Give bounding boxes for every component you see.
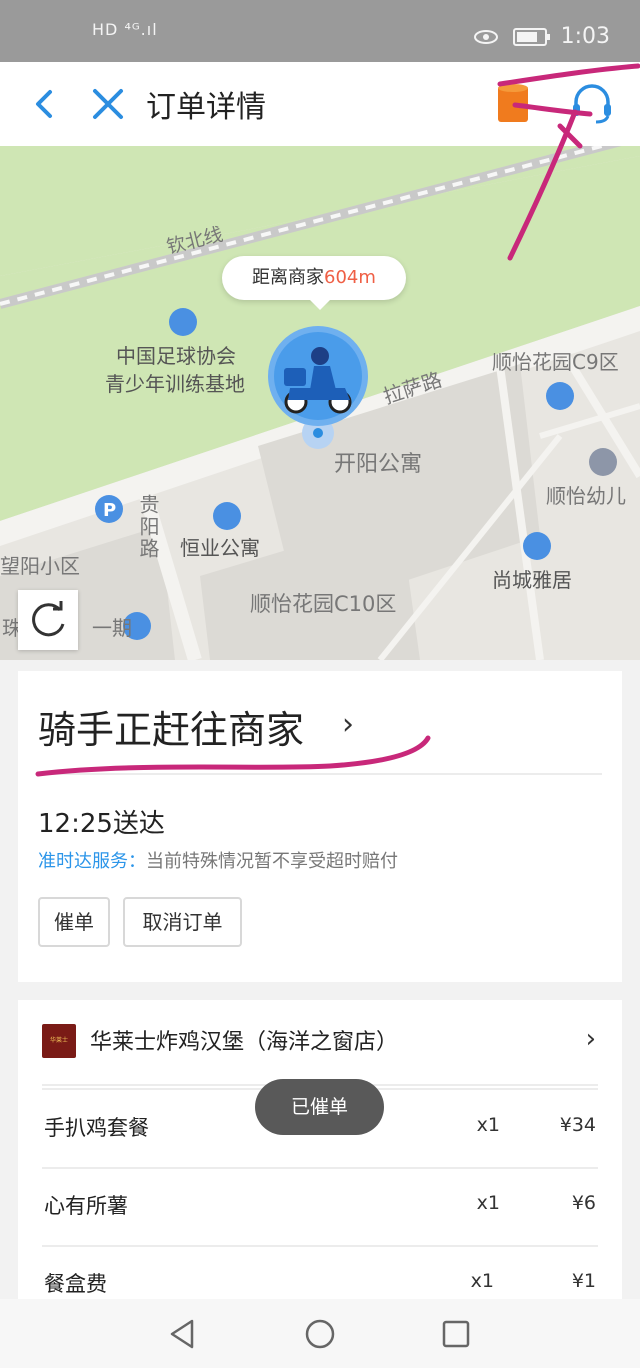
distance-value: 604m xyxy=(324,267,376,288)
chevron-right-icon[interactable]: › xyxy=(586,1024,596,1054)
back-arrow-icon[interactable] xyxy=(26,80,66,128)
order-box-icon[interactable] xyxy=(496,82,530,124)
ontime-text: 当前特殊情况暂不享受超时赔付 xyxy=(146,851,398,872)
nav-recents-icon[interactable] xyxy=(439,1317,473,1351)
eye-icon xyxy=(473,29,498,44)
item-price: ¥34 xyxy=(559,1114,596,1136)
item-name: 手扒鸡套餐 xyxy=(44,1116,149,1140)
shop-logo: 华莱士 WALLACE xyxy=(42,1024,76,1058)
order-status-card: 骑手正赶往商家 › 12:25送达 准时达服务：当前特殊情况暂不享受超时赔付 催… xyxy=(18,671,622,982)
item-qty: x1 xyxy=(470,1270,494,1292)
customer-service-icon[interactable] xyxy=(570,82,614,126)
system-nav-bar xyxy=(0,1299,640,1368)
close-icon[interactable] xyxy=(88,82,128,126)
map-label-c9: 顺怡花园C9区 xyxy=(492,350,619,374)
divider xyxy=(42,773,602,775)
map-label-shangcheng: 尚城雅居 xyxy=(492,568,572,592)
item-price: ¥1 xyxy=(571,1270,596,1292)
map-label-c10: 顺怡花园C10区 xyxy=(250,592,397,616)
map-label-football-2: 青少年训练基地 xyxy=(105,372,245,396)
network-indicator: HD ⁴ᴳ.ıl xyxy=(92,20,158,39)
map-label-phase: 一期 xyxy=(92,616,132,640)
cancel-order-button[interactable]: 取消订单 xyxy=(123,897,242,947)
item-qty: x1 xyxy=(476,1192,500,1214)
map-label-wangyang: 望阳小区 xyxy=(0,554,80,578)
item-name: 心有所薯 xyxy=(44,1194,128,1218)
item-name: 餐盒费 xyxy=(44,1272,107,1296)
distance-prefix: 距离商家 xyxy=(252,267,324,288)
delivery-map[interactable]: P 钦北线 中国足球协会 青少年训练基地 拉萨路 顺怡花园C9区 开阳公寓 贵阳… xyxy=(0,146,640,660)
map-label-football: 中国足球协会 xyxy=(116,344,236,368)
chevron-right-icon[interactable]: › xyxy=(342,707,354,742)
urge-toast: 已催单 xyxy=(255,1079,384,1135)
eta-text: 12:25送达 xyxy=(38,809,165,839)
distance-bubble: 距离商家604m xyxy=(222,256,406,310)
page-title: 订单详情 xyxy=(146,90,266,125)
item-qty: x1 xyxy=(476,1114,500,1136)
nav-home-icon[interactable] xyxy=(303,1317,337,1351)
ontime-service: 准时达服务：当前特殊情况暂不享受超时赔付 xyxy=(38,847,398,873)
shop-name[interactable]: 华莱士炸鸡汉堡（海洋之窗店） xyxy=(90,1024,398,1056)
rider-status-title[interactable]: 骑手正赶往商家 xyxy=(38,699,304,754)
map-label-kaiyang: 开阳公寓 xyxy=(334,452,423,477)
map-label-guiyang-road: 贵阳路 xyxy=(136,494,160,560)
nav-back-icon[interactable] xyxy=(166,1317,200,1351)
list-item: 心有所薯 x1 ¥6 xyxy=(44,1168,596,1246)
top-nav-bar: 订单详情 xyxy=(0,62,640,146)
ontime-label: 准时达服务： xyxy=(38,851,146,872)
map-label-hengye: 恒业公寓 xyxy=(180,536,260,560)
battery-icon xyxy=(512,27,550,46)
clock: 1:03 xyxy=(560,24,610,49)
status-bar: HD ⁴ᴳ.ıl 1:03 xyxy=(0,0,640,62)
refresh-icon xyxy=(32,601,65,637)
refresh-button[interactable] xyxy=(18,590,78,650)
svg-text:P: P xyxy=(103,500,116,521)
order-items-card: 华莱士 WALLACE 华莱士炸鸡汉堡（海洋之窗店） › 手扒鸡套餐 x1 ¥3… xyxy=(18,1000,622,1300)
urge-order-button[interactable]: 催单 xyxy=(38,897,110,947)
map-label-kindergarten: 顺怡幼儿 xyxy=(546,484,626,508)
item-price: ¥6 xyxy=(571,1192,596,1214)
